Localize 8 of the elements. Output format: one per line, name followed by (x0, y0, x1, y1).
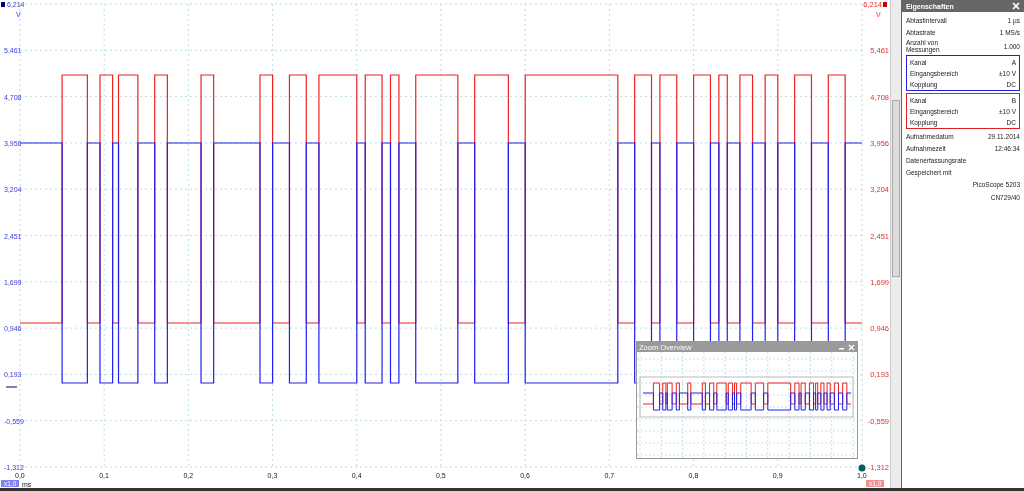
vertical-scrollbar[interactable] (890, 0, 901, 488)
channel-a-marker (1, 2, 5, 7)
scrollbar-thumb[interactable] (892, 100, 900, 277)
ruler-handle-icon[interactable] (858, 464, 866, 472)
channel-b-marker (883, 2, 887, 7)
level-marker-icon (5, 386, 18, 388)
close-icon[interactable] (1012, 2, 1020, 10)
close-icon[interactable] (848, 343, 855, 351)
